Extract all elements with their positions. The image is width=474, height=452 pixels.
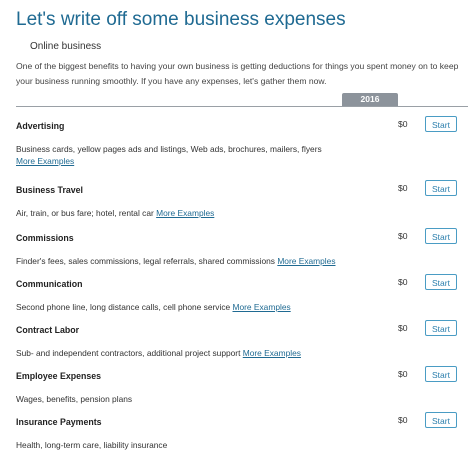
business-type-label: Online business [30, 41, 102, 52]
expense-description: Health, long-term care, liability insura… [16, 440, 168, 450]
expense-title: Communication [16, 279, 83, 289]
expense-row-insurance-payments: Insurance Payments Health, long-term car… [0, 403, 474, 450]
year-column-header: 2016 [342, 93, 398, 106]
start-button[interactable]: Start [425, 180, 457, 196]
expense-row-communication: Communication Second phone line, long di… [0, 265, 474, 312]
expense-row-commissions: Commissions Finder's fees, sales commiss… [0, 219, 474, 266]
page-title: Let's write off some business expenses [16, 9, 346, 30]
expense-title: Insurance Payments [16, 417, 102, 427]
start-button[interactable]: Start [425, 320, 457, 336]
expense-title: Contract Labor [16, 325, 80, 335]
start-button[interactable]: Start [425, 228, 457, 244]
more-examples-link[interactable]: More Examples [156, 208, 214, 218]
expense-amount: $0 [398, 119, 408, 129]
expense-row-business-travel: Business Travel Air, train, or bus fare;… [0, 171, 474, 218]
expense-amount: $0 [398, 183, 408, 193]
expense-amount: $0 [398, 277, 408, 287]
expense-row-contract-labor: Contract Labor Sub- and independent cont… [0, 311, 474, 358]
start-button[interactable]: Start [425, 412, 457, 428]
expense-title: Employee Expenses [16, 371, 102, 381]
expense-amount: $0 [398, 231, 408, 241]
expense-amount: $0 [398, 415, 408, 425]
expense-row-employee-expenses: Employee Expenses Wages, benefits, pensi… [0, 357, 474, 404]
start-button[interactable]: Start [425, 366, 457, 382]
expense-amount: $0 [398, 323, 408, 333]
expense-title: Commissions [16, 233, 74, 243]
start-button[interactable]: Start [425, 116, 457, 132]
expense-title: Business Travel [16, 185, 83, 195]
expense-row-advertising: Advertising Business cards, yellow pages… [0, 107, 474, 166]
start-button[interactable]: Start [425, 274, 457, 290]
expense-description: Business cards, yellow pages ads and lis… [16, 144, 322, 166]
expense-amount: $0 [398, 369, 408, 379]
expense-title: Advertising [16, 121, 65, 131]
intro-text: One of the biggest benefits to having yo… [16, 61, 459, 86]
more-examples-link[interactable]: More Examples [16, 156, 74, 166]
expense-description: Air, train, or bus fare; hotel, rental c… [16, 208, 215, 218]
